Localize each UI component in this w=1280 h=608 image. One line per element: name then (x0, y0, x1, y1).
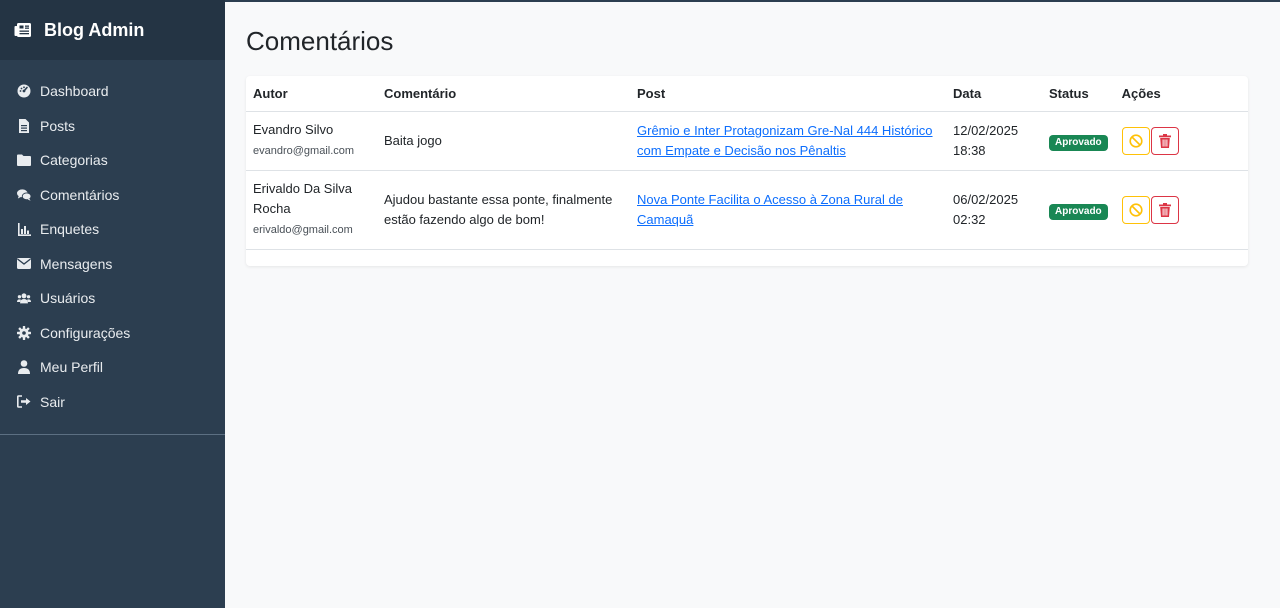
sidebar-divider (0, 434, 225, 435)
status-cell: Aprovado (1042, 111, 1115, 171)
sidebar-nav: Dashboard Posts Categorias Comentários E… (0, 60, 225, 419)
comment-text: Ajudou bastante essa ponte, finalmente e… (377, 170, 630, 250)
sidebar-item-categorias[interactable]: Categorias (0, 143, 225, 178)
users-icon (17, 291, 31, 305)
comment-date: 12/02/2025 (953, 122, 1019, 138)
sidebar-item-enquetes[interactable]: Enquetes (0, 212, 225, 247)
author-cell: Evandro Silvo evandro@gmail.com (246, 111, 377, 171)
trash-icon (1158, 202, 1171, 217)
sidebar-item-label: Dashboard (40, 83, 109, 100)
post-link[interactable]: Grêmio e Inter Protagonizam Gre-Nal 444 … (637, 123, 933, 158)
sidebar-item-label: Sair (40, 393, 65, 410)
file-icon (17, 118, 31, 133)
sidebar-item-label: Usuários (40, 290, 96, 307)
comments-table: Autor Comentário Post Data Status Ações … (246, 76, 1248, 250)
author-name: Erivaldo Da Silva Rocha (253, 180, 352, 216)
folder-icon (17, 153, 31, 167)
sign-out-icon (17, 395, 31, 409)
comment-time: 02:32 (953, 211, 986, 227)
page-title: Comentários (246, 26, 394, 56)
sidebar-item-label: Enquetes (40, 221, 100, 238)
ban-icon (1129, 202, 1143, 217)
column-header-comentario: Comentário (377, 76, 630, 112)
date-cell: 06/02/2025 02:32 (946, 170, 1042, 250)
sidebar-item-meu-perfil[interactable]: Meu Perfil (0, 350, 225, 385)
delete-button[interactable] (1150, 126, 1179, 155)
status-badge: Aprovado (1049, 203, 1108, 220)
table-row: Erivaldo Da Silva Rocha erivaldo@gmail.c… (246, 170, 1248, 250)
sidebar-item-configuracoes[interactable]: Configurações (0, 316, 225, 351)
dashboard-icon (17, 84, 31, 98)
status-cell: Aprovado (1042, 170, 1115, 250)
sidebar-item-label: Posts (40, 117, 76, 134)
sidebar-item-usuarios[interactable]: Usuários (0, 281, 225, 316)
ban-icon (1129, 133, 1143, 148)
table-row: Evandro Silvo evandro@gmail.com Baita jo… (246, 111, 1248, 171)
user-icon (17, 360, 31, 375)
author-name: Evandro Silvo (253, 121, 334, 137)
actions-cell (1114, 170, 1248, 250)
comment-date: 06/02/2025 (953, 191, 1019, 207)
comment-text: Baita jogo (377, 111, 630, 171)
column-header-acoes: Ações (1114, 76, 1248, 112)
sidebar-item-label: Configurações (40, 324, 131, 341)
newspaper-icon (14, 22, 32, 38)
sidebar-item-label: Meu Perfil (40, 359, 104, 376)
author-cell: Erivaldo Da Silva Rocha erivaldo@gmail.c… (246, 170, 377, 250)
column-header-post: Post (630, 76, 946, 112)
trash-icon (1158, 133, 1171, 148)
sidebar-item-label: Categorias (40, 152, 108, 169)
author-email: evandro@gmail.com (253, 144, 355, 157)
chart-icon (17, 222, 31, 236)
table-header-row: Autor Comentário Post Data Status Ações (246, 76, 1248, 112)
gear-icon (17, 325, 31, 340)
column-header-data: Data (946, 76, 1042, 112)
reject-button[interactable] (1121, 195, 1150, 224)
post-cell: Grêmio e Inter Protagonizam Gre-Nal 444 … (630, 111, 946, 171)
main-content: Comentários Autor Comentário Post Data S… (246, 0, 1248, 266)
delete-button[interactable] (1150, 195, 1179, 224)
sidebar-item-dashboard[interactable]: Dashboard (0, 74, 225, 109)
envelope-icon (17, 257, 31, 271)
comments-card: Autor Comentário Post Data Status Ações … (246, 76, 1248, 266)
column-header-autor: Autor (246, 76, 377, 112)
sidebar-item-comentarios[interactable]: Comentários (0, 178, 225, 213)
date-cell: 12/02/2025 18:38 (946, 111, 1042, 171)
sidebar-item-mensagens[interactable]: Mensagens (0, 247, 225, 282)
sidebar-item-sair[interactable]: Sair (0, 385, 225, 420)
sidebar: Blog Admin Dashboard Posts Categorias Co… (0, 0, 225, 608)
sidebar-item-label: Comentários (40, 186, 120, 203)
column-header-status: Status (1042, 76, 1115, 112)
sidebar-item-label: Mensagens (40, 255, 113, 272)
comments-icon (17, 188, 31, 202)
brand-title: Blog Admin (44, 19, 145, 40)
post-link[interactable]: Nova Ponte Facilita o Acesso à Zona Rura… (637, 192, 903, 227)
status-badge: Aprovado (1049, 134, 1108, 151)
actions-cell (1114, 111, 1248, 171)
author-email: erivaldo@gmail.com (253, 223, 353, 236)
post-cell: Nova Ponte Facilita o Acesso à Zona Rura… (630, 170, 946, 250)
comment-time: 18:38 (953, 142, 986, 158)
reject-button[interactable] (1121, 126, 1150, 155)
brand[interactable]: Blog Admin (0, 0, 225, 60)
sidebar-item-posts[interactable]: Posts (0, 109, 225, 144)
